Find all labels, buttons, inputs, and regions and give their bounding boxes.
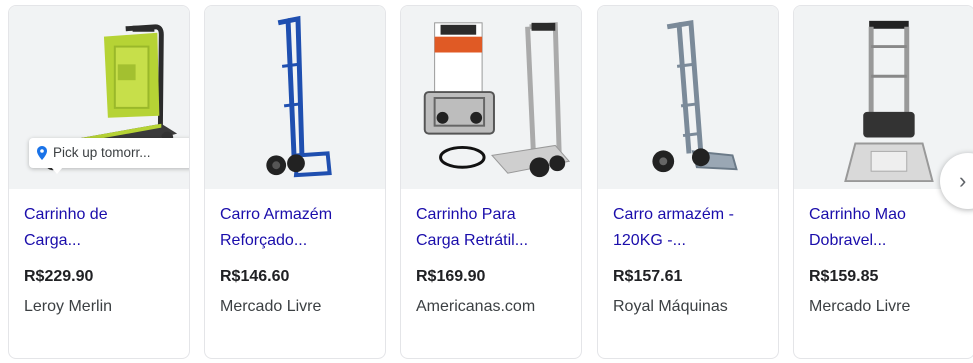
chevron-right-icon: › <box>959 168 967 193</box>
product-card[interactable]: Carro Armazém Reforçado... R$146.60 Merc… <box>204 5 386 359</box>
badge-tail <box>51 167 63 174</box>
product-seller: Leroy Merlin <box>24 298 113 315</box>
product-seller: Royal Máquinas <box>613 298 728 315</box>
pickup-label: Pick up tomorr... <box>53 145 151 160</box>
product-seller: Mercado Livre <box>809 298 911 315</box>
product-image[interactable] <box>401 6 581 189</box>
hand-truck-image <box>652 19 738 173</box>
product-title[interactable]: Carrinho Para Carga Retrátil... <box>416 202 574 254</box>
product-image[interactable] <box>598 6 778 189</box>
product-title[interactable]: Carro armazém - 120KG -... <box>613 202 771 254</box>
product-card[interactable]: Pick up tomorr... Carrinho de Carga... R… <box>8 5 190 359</box>
product-title[interactable]: Carrinho Mao Dobravel... <box>809 202 967 254</box>
product-seller: Mercado Livre <box>220 298 322 315</box>
product-image[interactable] <box>205 6 385 189</box>
product-title[interactable]: Carrinho de Carga... <box>24 202 182 254</box>
pickup-badge: Pick up tomorr... <box>29 138 189 174</box>
product-seller: Americanas.com <box>416 298 536 315</box>
product-price: R$157.61 <box>613 268 683 285</box>
product-card[interactable]: Carro armazém - 120KG -... R$157.61 Roya… <box>597 5 779 359</box>
hand-truck-image <box>266 15 332 178</box>
location-pin-icon <box>37 146 47 160</box>
product-card[interactable]: Carrinho Para Carga Retrátil... R$169.90… <box>400 5 582 359</box>
product-price: R$146.60 <box>220 268 290 285</box>
product-price: R$169.90 <box>416 268 486 285</box>
product-title[interactable]: Carro Armazém Reforçado... <box>220 202 378 254</box>
product-price: R$229.90 <box>24 268 94 285</box>
folding-trolley-image <box>423 22 571 178</box>
product-price: R$159.85 <box>809 268 879 285</box>
